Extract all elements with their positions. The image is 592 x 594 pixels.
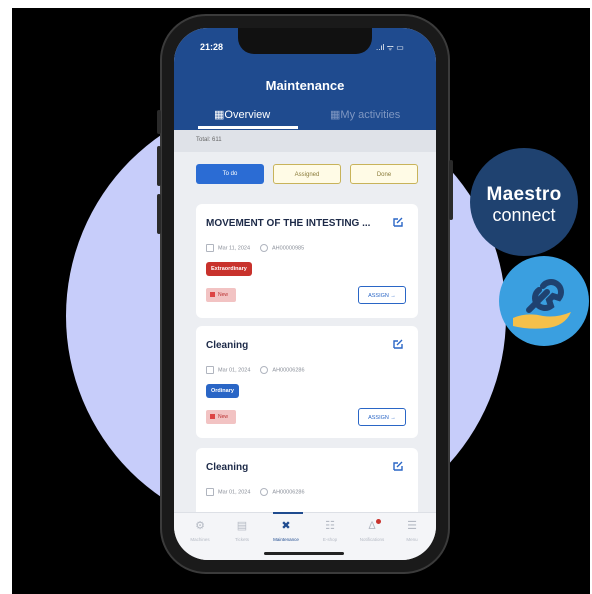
nav-menu[interactable]: ☰ Menu — [392, 520, 432, 543]
wrench-hand-logo — [499, 256, 589, 346]
logo-line-2: connect — [492, 205, 556, 225]
nav-label: Menu — [406, 537, 418, 542]
status-time: 21:28 — [200, 42, 224, 52]
card-meta: Mar 11, 2024 AH00000985 — [206, 244, 304, 252]
status-label: New — [218, 292, 229, 298]
filter-assigned-button[interactable]: Assigned — [273, 164, 341, 184]
tag-icon — [260, 244, 269, 252]
tools-icon: ✖ — [281, 520, 291, 532]
tab-my-activities[interactable]: ▦My activities — [330, 108, 400, 121]
card-meta: Mar 01, 2024 AH00006286 — [206, 488, 305, 496]
nav-notifications[interactable]: Δ Notifications — [352, 519, 392, 542]
card-date: Mar 11, 2024 — [218, 245, 251, 252]
nav-tickets[interactable]: ▤ Tickets — [222, 520, 262, 543]
status-label: New — [218, 414, 229, 420]
card-code: AH00006286 — [272, 367, 305, 374]
priority-badge: Ordinary — [206, 384, 239, 398]
phone-volume-up — [157, 146, 161, 186]
status-badge: New — [206, 410, 236, 424]
notification-dot — [376, 519, 381, 524]
status-badge: New — [206, 288, 236, 302]
status-icons: ..ıl ᯤ ▭ — [376, 43, 404, 52]
nav-active-indicator — [273, 512, 303, 514]
card-code: AH00000985 — [272, 245, 305, 252]
grid-icon: ▦ — [214, 109, 225, 121]
ticket-icon: ▤ — [236, 520, 248, 532]
filter-done-button[interactable]: Done — [350, 164, 418, 184]
calendar-icon — [206, 488, 214, 496]
nav-label: Notifications — [359, 537, 385, 542]
app-screen: 21:28 ..ıl ᯤ ▭ Maintenance ▦Overview ▦My… — [174, 28, 436, 560]
wrench-icon — [513, 279, 571, 329]
page-title: Maintenance — [265, 78, 345, 93]
nav-label: Maintenance — [273, 537, 299, 542]
assign-button[interactable]: ASSIGN → — [358, 286, 406, 304]
phone-side-button — [157, 110, 161, 134]
maintenance-card[interactable]: Cleaning Mar 01, 2024 AH00006286 Ordinary… — [196, 326, 418, 438]
menu-icon: ☰ — [407, 520, 417, 532]
home-indicator[interactable] — [264, 552, 344, 555]
filter-to-do-button[interactable]: To do — [196, 164, 264, 184]
active-tab-indicator — [198, 126, 298, 129]
card-title: Cleaning — [206, 340, 249, 351]
tag-icon — [260, 488, 269, 496]
maestro-connect-logo: Maestro connect — [470, 148, 578, 256]
tab-label: Overview — [224, 109, 271, 121]
card-title: Cleaning — [206, 462, 249, 473]
edit-icon[interactable] — [392, 338, 404, 350]
edit-icon[interactable] — [392, 460, 404, 472]
nav-machines[interactable]: ⚙ Machines — [180, 520, 220, 543]
edit-icon[interactable] — [392, 216, 404, 228]
calendar-icon — [206, 244, 214, 252]
total-count: Total: 611 — [196, 137, 222, 143]
nav-e-shop[interactable]: ☷ E-shop — [310, 520, 350, 543]
nav-label: Tickets — [234, 537, 250, 542]
priority-badge: Extraordinary — [206, 262, 252, 276]
card-date: Mar 01, 2024 — [218, 367, 251, 374]
cart-icon: ☷ — [325, 520, 335, 532]
card-date: Mar 01, 2024 — [218, 489, 251, 496]
tab-overview[interactable]: ▦Overview — [214, 108, 270, 121]
phone-notch — [238, 28, 372, 54]
assign-button[interactable]: ASSIGN → — [358, 408, 406, 426]
gear-icon: ⚙ — [195, 520, 205, 532]
phone-volume-down — [157, 194, 161, 234]
card-meta: Mar 01, 2024 AH00006286 — [206, 366, 305, 374]
nav-maintenance[interactable]: ✖ Maintenance — [266, 520, 306, 543]
total-bar: Total: 611 — [174, 130, 436, 152]
phone-power-button — [449, 160, 453, 220]
status-dot-icon — [210, 414, 215, 420]
tag-icon — [260, 366, 269, 374]
logo-line-1: Maestro — [486, 184, 562, 205]
card-code: AH00006286 — [272, 489, 305, 496]
grid-icon: ▦ — [330, 109, 341, 121]
maintenance-card[interactable]: MOVEMENT OF THE INTESTING ... Mar 11, 20… — [196, 204, 418, 318]
status-dot-icon — [210, 292, 215, 298]
card-title: MOVEMENT OF THE INTESTING ... — [206, 218, 371, 229]
nav-label: E-shop — [322, 537, 338, 542]
calendar-icon — [206, 366, 214, 374]
tab-label: My activities — [340, 109, 401, 121]
nav-label: Machines — [190, 537, 210, 542]
